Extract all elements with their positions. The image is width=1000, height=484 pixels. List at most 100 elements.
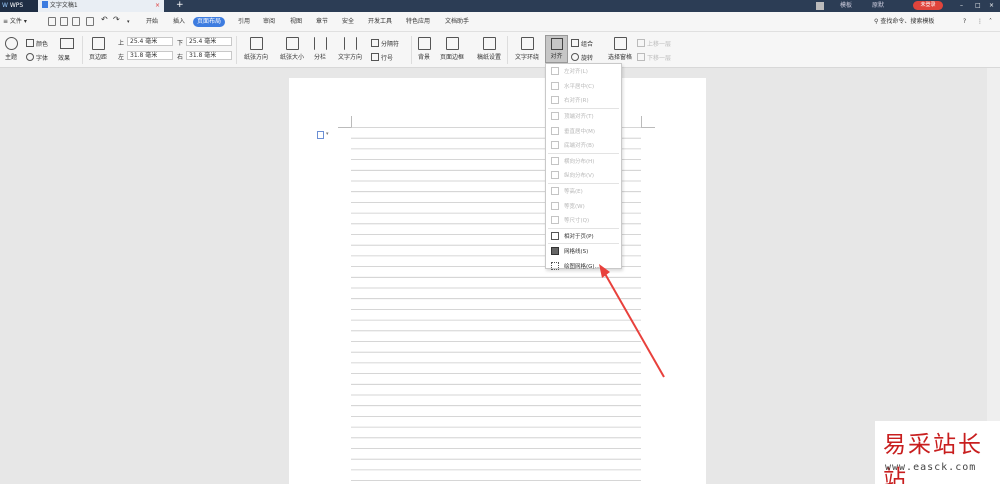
tab-doc-assistant[interactable]: 文档助手 [442, 17, 472, 27]
tab-developer[interactable]: 开发工具 [365, 17, 395, 27]
tab-insert[interactable]: 插入 [170, 17, 188, 27]
more-options-icon[interactable]: ⋮ [974, 17, 986, 27]
collapse-ribbon-icon[interactable]: ˄ [986, 17, 995, 27]
tab-special-apps[interactable]: 特色应用 [403, 17, 433, 27]
relative-to-page-item[interactable]: 相对于页(P) [546, 229, 621, 244]
file-menu[interactable]: ≡ 文件 ▾ [0, 17, 30, 27]
breaks-button[interactable]: 分隔符 [371, 39, 399, 48]
template-button[interactable]: 模板 [840, 0, 852, 12]
align-middle-item[interactable]: 垂直居中(M) [546, 123, 621, 138]
top-margin-input[interactable]: 25.4 毫米 [127, 37, 173, 46]
colors-button[interactable]: 颜色 [26, 39, 48, 48]
distribute-vertical-item[interactable]: 纵向分布(V) [546, 168, 621, 183]
theme-label: 主题 [4, 54, 17, 61]
align-button[interactable]: 对齐 [545, 35, 568, 63]
tab-chapter[interactable]: 章节 [313, 17, 331, 27]
left-margin-input[interactable]: 31.8 毫米 [127, 51, 173, 60]
ribbon-separator [82, 36, 83, 64]
ribbon-separator [236, 36, 237, 64]
print-preview-icon[interactable] [86, 17, 94, 26]
columns-button[interactable]: 分栏 [311, 37, 329, 61]
align-right-item[interactable]: 右对齐(R) [546, 93, 621, 108]
effects-icon[interactable] [60, 38, 74, 49]
align-top-label: 顶端对齐(T) [564, 114, 594, 121]
close-tab-icon[interactable]: × [155, 0, 160, 12]
wps-app-tab[interactable]: W WPS [0, 0, 38, 12]
skin-button[interactable]: 原默 [872, 0, 884, 12]
maximize-button[interactable]: □ [975, 0, 981, 12]
group-button[interactable]: 组合 [571, 39, 593, 48]
rotate-button[interactable]: 旋转 [571, 53, 593, 62]
undo-icon[interactable]: ↶ [98, 15, 111, 25]
tab-home[interactable]: 开始 [143, 17, 161, 27]
gridlines-item[interactable]: 网格线(S) [546, 244, 621, 259]
align-top-item[interactable]: 顶端对齐(T) [546, 109, 621, 124]
align-left-item[interactable]: 左对齐(L) [546, 64, 621, 79]
line-numbers-label: 行号 [381, 55, 394, 62]
tab-page-layout[interactable]: 页面布局 [193, 17, 226, 27]
same-height-item[interactable]: 等高(E) [546, 184, 621, 199]
margins-button[interactable]: 页边距 [86, 37, 110, 61]
page-border-button[interactable]: 页面边框 [437, 37, 467, 61]
align-middle-icon [551, 126, 559, 135]
customize-quick-access-icon[interactable]: ▾ [124, 17, 133, 27]
login-button[interactable]: 未登录 [913, 1, 943, 10]
watermark-url: www.easck.com [885, 462, 977, 473]
tab-security[interactable]: 安全 [339, 17, 357, 27]
orientation-button[interactable]: 纸张方向 [239, 37, 273, 61]
help-icon[interactable]: ? [960, 17, 969, 27]
selection-pane-icon [613, 37, 627, 50]
selection-pane-button[interactable]: 选择窗格 [605, 37, 635, 61]
same-width-item[interactable]: 等宽(W) [546, 198, 621, 213]
margins-icon [91, 37, 105, 50]
annotation-arrow [599, 264, 665, 378]
same-size-label: 等尺寸(Q) [564, 218, 590, 225]
align-center-item[interactable]: 水平居中(C) [546, 79, 621, 94]
paragraph-layout-icon[interactable] [317, 131, 324, 139]
save-icon[interactable] [48, 17, 56, 26]
align-label: 对齐 [550, 53, 563, 60]
align-bottom-item[interactable]: 底端对齐(B) [546, 138, 621, 153]
paper-setup-button[interactable]: 稿纸设置 [474, 37, 504, 61]
same-size-item[interactable]: 等尺寸(Q) [546, 213, 621, 228]
minimize-button[interactable]: – [960, 0, 963, 12]
wrap-text-button[interactable]: 文字环绕 [510, 37, 544, 61]
export-pdf-icon[interactable] [60, 17, 68, 26]
send-backward-label: 下移一层 [647, 55, 672, 62]
account-avatar-icon[interactable] [816, 2, 824, 10]
page-border-label: 页面边框 [439, 54, 464, 61]
effects-button[interactable]: 效果 [58, 53, 70, 62]
text-direction-button[interactable]: 文字方向 [334, 37, 366, 61]
align-left-label: 左对齐(L) [564, 69, 588, 76]
bring-forward-icon [637, 39, 645, 47]
right-margin-label: 右 [177, 54, 184, 61]
paper-size-label: 纸张大小 [279, 54, 304, 61]
background-button[interactable]: 背景 [414, 37, 434, 61]
right-margin-input[interactable]: 31.8 毫米 [186, 51, 232, 60]
print-icon[interactable] [72, 17, 80, 26]
tab-references[interactable]: 引用 [235, 17, 253, 27]
bottom-margin-input[interactable]: 25.4 毫米 [186, 37, 232, 46]
new-tab-button[interactable]: + [176, 0, 184, 12]
distribute-vertical-label: 纵向分布(V) [564, 173, 595, 180]
chevron-down-icon[interactable]: ▾ [326, 131, 329, 137]
theme-button[interactable]: 主题 [2, 37, 20, 61]
tab-review[interactable]: 审阅 [260, 17, 278, 27]
fonts-button[interactable]: 字体 [26, 53, 48, 62]
close-window-button[interactable]: × [989, 0, 994, 12]
tab-view[interactable]: 视图 [287, 17, 305, 27]
paper-size-button[interactable]: 纸张大小 [275, 37, 309, 61]
columns-icon [313, 37, 327, 50]
align-icon [550, 38, 563, 50]
document-tab[interactable]: 文字文稿1 × [38, 0, 164, 12]
bring-forward-button[interactable]: 上移一层 [637, 39, 671, 48]
search-command-box[interactable]: ⚲ 查找命令、搜索模板 [871, 17, 937, 27]
distribute-horizontal-item[interactable]: 横向分布(H) [546, 154, 621, 169]
same-height-label: 等高(E) [564, 189, 583, 196]
margin-corner-mark [641, 116, 642, 128]
line-numbers-button[interactable]: 行号 [371, 53, 393, 62]
send-backward-button[interactable]: 下移一层 [637, 53, 671, 62]
redo-icon[interactable]: ↷ [110, 15, 123, 25]
ribbon-separator [411, 36, 412, 64]
page-border-icon [445, 37, 459, 50]
